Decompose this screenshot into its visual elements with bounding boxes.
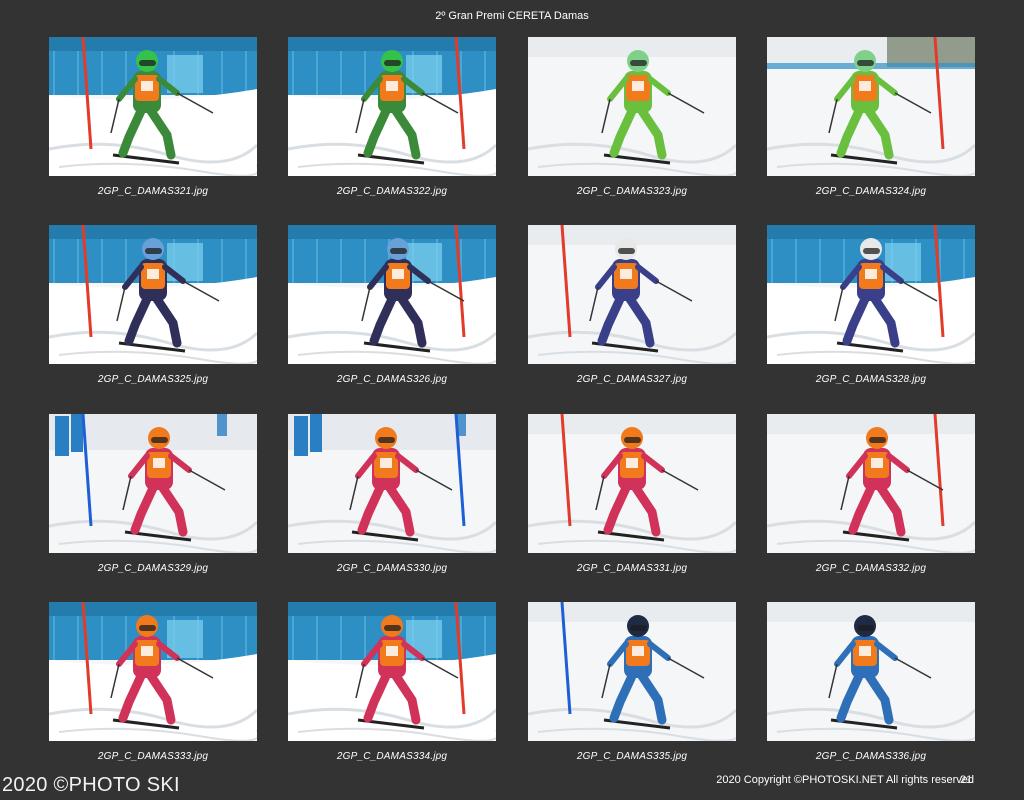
photo-cell: 2GP_C_DAMAS331.jpg: [528, 414, 736, 584]
photo-filename: 2GP_C_DAMAS332.jpg: [815, 563, 927, 574]
skier-photo-image: [49, 37, 257, 176]
photo-filename: 2GP_C_DAMAS328.jpg: [815, 374, 927, 385]
photo-thumbnail[interactable]: [528, 602, 736, 741]
photo-thumbnail[interactable]: [767, 602, 975, 741]
photo-thumbnail[interactable]: [528, 225, 736, 364]
photo-filename: 2GP_C_DAMAS331.jpg: [576, 563, 688, 574]
skier-photo-image: [528, 414, 736, 553]
photo-filename: 2GP_C_DAMAS334.jpg: [336, 751, 448, 762]
skier-photo-image: [767, 225, 975, 364]
photo-thumbnail[interactable]: [49, 37, 257, 176]
photo-cell: 2GP_C_DAMAS326.jpg: [288, 225, 496, 395]
photo-thumbnail[interactable]: [528, 414, 736, 553]
skier-photo-image: [49, 602, 257, 741]
skier-photo-image: [288, 225, 496, 364]
photo-filename: 2GP_C_DAMAS327.jpg: [576, 374, 688, 385]
skier-photo-image: [767, 414, 975, 553]
photo-thumbnail[interactable]: [767, 225, 975, 364]
photo-filename: 2GP_C_DAMAS329.jpg: [97, 563, 209, 574]
photo-thumbnail[interactable]: [49, 602, 257, 741]
page-number: 21: [960, 774, 973, 786]
photo-cell: 2GP_C_DAMAS334.jpg: [288, 602, 496, 772]
contact-sheet-grid: 2GP_C_DAMAS321.jpg 2GP_C_DAMAS322.jpg 2GP_…: [0, 0, 1024, 800]
photo-cell: 2GP_C_DAMAS322.jpg: [288, 37, 496, 207]
photo-filename: 2GP_C_DAMAS324.jpg: [815, 186, 927, 197]
photo-cell: 2GP_C_DAMAS328.jpg: [767, 225, 975, 395]
photo-thumbnail[interactable]: [767, 37, 975, 176]
photo-cell: 2GP_C_DAMAS336.jpg: [767, 602, 975, 772]
skier-photo-image: [288, 602, 496, 741]
photo-thumbnail[interactable]: [528, 37, 736, 176]
skier-photo-image: [49, 225, 257, 364]
skier-photo-image: [528, 37, 736, 176]
photo-thumbnail[interactable]: [49, 414, 257, 553]
skier-photo-image: [767, 602, 975, 741]
photo-cell: 2GP_C_DAMAS335.jpg: [528, 602, 736, 772]
skier-photo-image: [288, 414, 496, 553]
photo-thumbnail[interactable]: [288, 414, 496, 553]
photo-cell: 2GP_C_DAMAS330.jpg: [288, 414, 496, 584]
photo-filename: 2GP_C_DAMAS335.jpg: [576, 751, 688, 762]
photo-filename: 2GP_C_DAMAS336.jpg: [815, 751, 927, 762]
photo-thumbnail[interactable]: [288, 602, 496, 741]
photo-cell: 2GP_C_DAMAS323.jpg: [528, 37, 736, 207]
photo-filename: 2GP_C_DAMAS330.jpg: [336, 563, 448, 574]
photo-filename: 2GP_C_DAMAS321.jpg: [97, 186, 209, 197]
photo-cell: 2GP_C_DAMAS327.jpg: [528, 225, 736, 395]
photo-thumbnail[interactable]: [767, 414, 975, 553]
photo-filename: 2GP_C_DAMAS323.jpg: [576, 186, 688, 197]
skier-photo-image: [767, 37, 975, 176]
photo-filename: 2GP_C_DAMAS322.jpg: [336, 186, 448, 197]
photo-filename: 2GP_C_DAMAS325.jpg: [97, 374, 209, 385]
photo-thumbnail[interactable]: [49, 225, 257, 364]
photo-cell: 2GP_C_DAMAS332.jpg: [767, 414, 975, 584]
skier-photo-image: [288, 37, 496, 176]
photo-filename: 2GP_C_DAMAS333.jpg: [97, 751, 209, 762]
photo-filename: 2GP_C_DAMAS326.jpg: [336, 374, 448, 385]
photo-cell: 2GP_C_DAMAS321.jpg: [49, 37, 257, 207]
copyright-notice: 2020 Copyright ©PHOTOSKI.NET All rights …: [716, 774, 974, 786]
watermark: 2020 ©PHOTO SKI: [2, 774, 180, 796]
skier-photo-image: [528, 602, 736, 741]
photo-cell: 2GP_C_DAMAS333.jpg: [49, 602, 257, 772]
photo-cell: 2GP_C_DAMAS325.jpg: [49, 225, 257, 395]
photo-cell: 2GP_C_DAMAS329.jpg: [49, 414, 257, 584]
skier-photo-image: [49, 414, 257, 553]
photo-cell: 2GP_C_DAMAS324.jpg: [767, 37, 975, 207]
photo-thumbnail[interactable]: [288, 37, 496, 176]
photo-thumbnail[interactable]: [288, 225, 496, 364]
skier-photo-image: [528, 225, 736, 364]
